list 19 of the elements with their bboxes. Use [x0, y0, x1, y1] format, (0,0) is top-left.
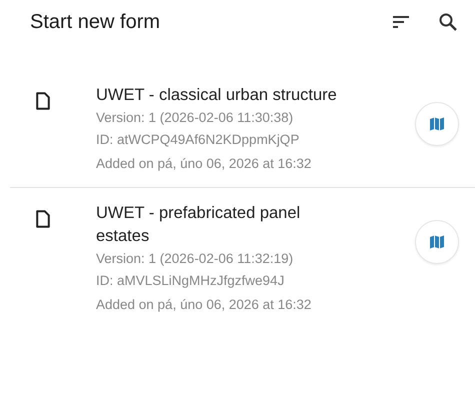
form-added-date: Added on pá, úno 06, 2026 at 16:32 — [96, 296, 312, 314]
form-added-date: Added on pá, úno 06, 2026 at 16:32 — [96, 155, 312, 173]
form-title: UWET - prefabricated panel estates — [96, 203, 302, 247]
map-button[interactable] — [415, 220, 459, 264]
form-version: Version: 1 (2026-02-06 11:30:38) — [96, 109, 294, 127]
form-id: ID: atWCPQ49Af6N2KDppmKjQP — [96, 131, 300, 149]
map-icon — [430, 235, 444, 249]
search-icon — [439, 13, 457, 31]
form-list-item[interactable]: UWET - prefabricated panel estates Version: 1 (2026-02-06 11:32:19) ID: aMVLSLiNgMHzJfgzfwe94J Added on pá, úno 06, 2026 at 16:32 — [0, 188, 475, 328]
screen-title: Start new form — [30, 10, 162, 34]
document-icon — [36, 210, 50, 228]
map-icon — [430, 117, 444, 131]
form-title: UWET - classical urban structure — [96, 85, 338, 106]
form-list-item[interactable]: UWET - classical urban structure Version: 1 (2026-02-06 11:30:38) ID: atWCPQ49Af6N2KDppmKjQP Added on pá, úno 06, 2026 at 16:32 — [0, 70, 475, 187]
document-icon — [36, 92, 50, 110]
map-button[interactable] — [415, 102, 459, 146]
form-id: ID: aMVLSLiNgMHzJfgzfwe94J — [96, 272, 286, 290]
form-version: Version: 1 (2026-02-06 11:32:19) — [96, 250, 294, 268]
sort-icon — [393, 15, 409, 29]
